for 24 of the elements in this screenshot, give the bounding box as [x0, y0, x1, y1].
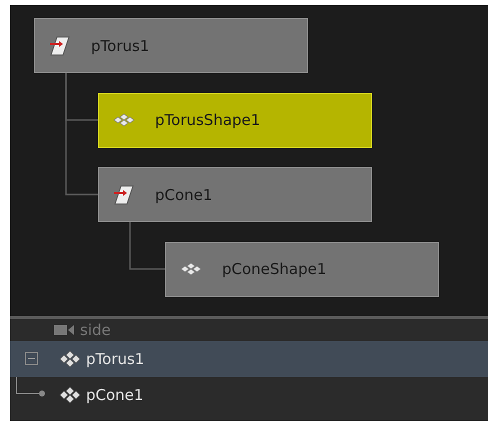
node-label: pTorusShape1: [155, 111, 260, 129]
node-label: pCone1: [155, 186, 212, 204]
outliner-label: pTorus1: [86, 350, 144, 368]
graph-node[interactable]: pCone1: [98, 167, 372, 222]
outliner-row[interactable]: pCone1: [10, 377, 488, 413]
outliner-row[interactable]: pTorus1: [10, 341, 488, 377]
shape-icon: [113, 113, 135, 127]
graph-node[interactable]: pConeShape1: [165, 242, 439, 296]
outliner-label: pCone1: [86, 386, 144, 404]
tree-line: [16, 377, 46, 397]
mesh-icon: [58, 350, 82, 368]
camera-icon: [54, 323, 76, 337]
graph-node[interactable]: pTorusShape1: [98, 92, 372, 148]
transform-icon: [49, 36, 71, 56]
node-label: pConeShape1: [222, 260, 326, 278]
connector-line: [129, 222, 165, 270]
transform-icon: [113, 184, 135, 204]
collapse-icon[interactable]: [25, 352, 39, 366]
outliner-label: side: [80, 321, 111, 339]
outliner-row[interactable]: side: [10, 319, 488, 341]
graph-node[interactable]: pTorus1: [34, 18, 308, 73]
mesh-icon: [58, 386, 82, 404]
node-label: pTorus1: [91, 36, 150, 54]
shape-icon: [180, 262, 202, 276]
